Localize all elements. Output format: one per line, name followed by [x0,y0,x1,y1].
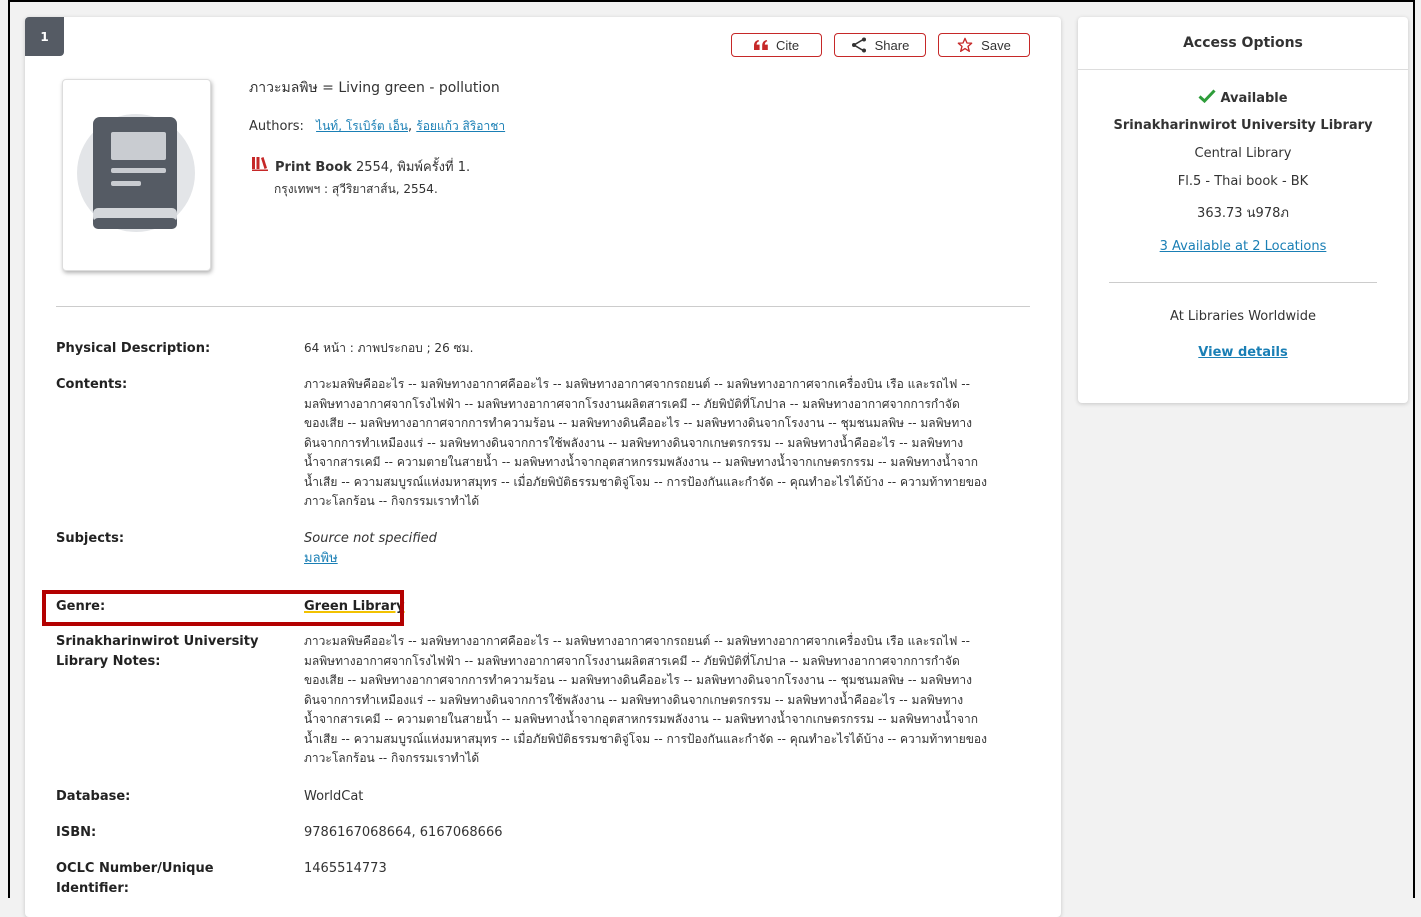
result-number-badge: 1 [25,17,64,56]
availability-label: Available [1220,90,1288,106]
subjects-value: Source not specified มลพิษ [304,529,1034,568]
available-locations-link[interactable]: 3 Available at 2 Locations [1160,239,1327,254]
book-format: Print Book 2554, พิมพ์ครั้งที่ 1. [275,156,470,177]
contents-line: น้ำจากสารเคมี -- ความตายในสายน้ำ -- มลพิ… [304,455,979,469]
contents-line: ของเสีย -- มลพิษทางอากาศจากการทำความร้อน… [304,416,972,430]
isbn-value: 9786167068664, 6167068666 [304,825,503,840]
notes-line: ภาวะโลกร้อน -- กิจกรรมเราทำได้ [304,751,480,765]
contents-line: มลพิษทางอากาศจากโรงไฟฟ้า -- มลพิษทางอากา… [304,396,960,411]
cite-label: Cite [775,37,800,53]
share-button[interactable]: Share [834,33,926,57]
save-button[interactable]: Save [938,33,1030,57]
format-type: Print Book [275,160,352,175]
result-actions: Cite Share Save [731,33,1030,57]
availability-status: Available [1078,89,1408,107]
subject-link[interactable]: มลพิษ [304,551,338,566]
physical-description-value: 64 หน้า : ภาพประกอบ ; 26 ซม. [304,341,474,355]
contents-value: ภาวะมลพิษคืออะไร -- มลพิษทางอากาศคืออะไร… [304,375,1034,512]
authors-line: Authors: ไนท์, โรเบิร์ต เอ็น, ร้อยแก้ว ส… [249,117,505,136]
oclc-value: 1465514773 [304,861,387,876]
contents-line: น้ำเสีย -- ความสมบูรณ์แห่งมหาสมุทร -- เม… [304,474,987,489]
view-details-row: View details [1078,345,1408,360]
locations-row: 3 Available at 2 Locations [1078,239,1408,254]
access-options-title: Access Options [1078,17,1408,70]
subjects-label: Subjects: [56,531,125,546]
genre-value: Green Library [304,597,1034,617]
call-number: 363.73 น978ภ [1197,206,1289,221]
quote-icon [753,40,768,50]
author-link[interactable]: ไนท์, โรเบิร์ต เอ็น [316,119,408,133]
subjects-source: Source not specified [304,531,437,546]
book-cover-thumbnail[interactable] [62,79,211,271]
oclc-label: OCLC Number/Unique Identifier: [56,861,214,896]
holding-library: Srinakharinwirot University Library [1113,118,1373,133]
section-divider [56,306,1030,307]
author-link[interactable]: ร้อยแก้ว สิริอาชา [416,119,505,133]
worldwide-label: At Libraries Worldwide [1170,309,1316,324]
format-detail: 2554, พิมพ์ครั้งที่ 1. [351,160,471,175]
branch-name: Central Library [1194,146,1292,161]
physical-description-label: Physical Description: [56,341,211,356]
share-label: Share [874,37,910,53]
access-divider [1109,282,1377,283]
save-label: Save [981,37,1011,53]
isbn-label: ISBN: [56,825,97,840]
star-icon [957,37,973,53]
notes-line: น้ำจากสารเคมี -- ความตายในสายน้ำ -- มลพิ… [304,712,979,726]
notes-line: ของเสีย -- มลพิษทางอากาศจากการทำความร้อน… [304,673,972,687]
search-result-card: 1 Cite Share Save ภาวะมลพิษ = Living gre… [25,17,1061,917]
database-label: Database: [56,789,131,804]
contents-label: Contents: [56,377,128,392]
authors-label: Authors: [249,119,304,134]
shelf-location: Fl.5 - Thai book - BK [1177,174,1309,189]
notes-line: น้ำเสีย -- ความสมบูรณ์แห่งมหาสมุทร -- เม… [304,731,987,746]
frame-border-left [8,0,10,898]
access-options-panel: Access Options Available Srinakharinwiro… [1078,17,1408,403]
frame-border-right [1413,0,1415,898]
share-icon [851,37,867,53]
genre-highlight-box [42,590,404,626]
notes-line: ดินจากการทำเหมืองแร่ -- มลพิษทางดินจากกา… [304,692,964,707]
database-value: WorldCat [304,789,364,804]
books-icon [252,156,268,175]
contents-line: ดินจากการทำเหมืองแร่ -- มลพิษทางดินจากกา… [304,435,964,450]
notes-line: ภาวะมลพิษคืออะไร -- มลพิษทางอากาศคืออะไร… [304,634,970,648]
checkmark-icon [1198,89,1217,107]
notes-line: มลพิษทางอากาศจากโรงไฟฟ้า -- มลพิษทางอากา… [304,653,960,668]
contents-line: ภาวะมลพิษคืออะไร -- มลพิษทางอากาศคืออะไร… [304,377,970,391]
view-details-link[interactable]: View details [1198,345,1287,360]
library-notes-label: Srinakharinwirot University Library Note… [56,634,259,669]
cite-button[interactable]: Cite [731,33,822,57]
book-icon [77,114,195,232]
book-title: ภาวะมลพิษ = Living green - pollution [249,80,500,96]
contents-line: ภาวะโลกร้อน -- กิจกรรมเราทำได้ [304,494,480,508]
book-publisher: กรุงเทพฯ : สุวีริยาสาส์น, 2554. [274,182,438,196]
frame-border-top [8,0,1415,2]
library-notes-value: ภาวะมลพิษคืออะไร -- มลพิษทางอากาศคืออะไร… [304,632,1034,769]
